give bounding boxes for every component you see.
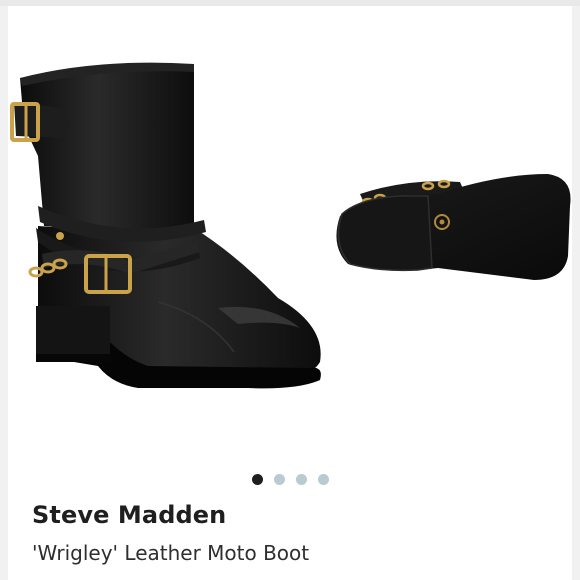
boot-side-view-image: [10, 62, 321, 389]
left-edge: [0, 6, 8, 580]
product-image-carousel[interactable]: [8, 6, 572, 460]
carousel-dot-2[interactable]: [273, 473, 285, 485]
right-edge: [572, 6, 580, 580]
boot-sole-view-image: [336, 174, 571, 280]
carousel-dot-1[interactable]: [251, 473, 263, 485]
brand-name[interactable]: Steve Madden: [32, 501, 226, 529]
carousel-dot-3[interactable]: [295, 473, 307, 485]
product-photo: [10, 62, 571, 389]
carousel-pagination: [0, 473, 580, 485]
product-title: 'Wrigley' Leather Moto Boot: [32, 541, 310, 565]
carousel-dot-4[interactable]: [317, 473, 329, 485]
